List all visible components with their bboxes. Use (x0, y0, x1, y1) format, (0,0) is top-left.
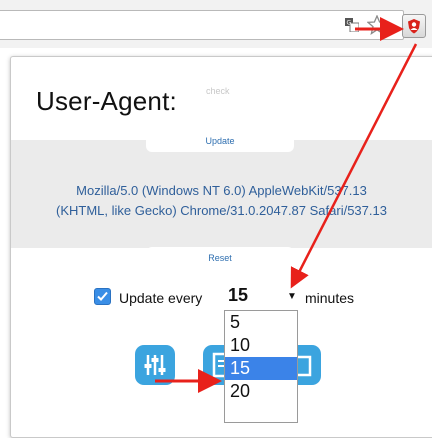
extension-button[interactable] (402, 14, 426, 38)
check-link[interactable]: check (206, 86, 230, 96)
user-agent-string: Mozilla/5.0 (Windows NT 6.0) AppleWebKit… (11, 181, 432, 221)
user-agent-line: Mozilla/5.0 (Windows NT 6.0) AppleWebKit… (76, 183, 367, 198)
select-arrow-icon[interactable]: ▼ (287, 291, 297, 302)
checkmark-icon (97, 291, 108, 301)
update-button[interactable]: Update (146, 130, 294, 152)
address-bar[interactable] (0, 10, 404, 40)
settings-button[interactable] (135, 345, 175, 385)
interval-select[interactable]: 15 (228, 285, 248, 306)
auto-update-checkbox[interactable] (94, 288, 111, 305)
translate-icon[interactable]: G (345, 18, 359, 32)
dropdown-option[interactable]: 20 (225, 380, 297, 403)
popup-title: User-Agent: (36, 86, 177, 116)
sliders-icon (144, 355, 166, 375)
dropdown-option-selected[interactable]: 15 (225, 357, 297, 380)
reset-button[interactable]: Reset (146, 247, 294, 269)
dropdown-option[interactable]: 10 (225, 334, 297, 357)
bookmark-star-icon[interactable] (367, 15, 387, 35)
minutes-label: minutes (305, 290, 355, 306)
dropdown-option[interactable]: 5 (225, 311, 297, 334)
extension-icon (408, 19, 420, 34)
update-every-label: Update every (119, 290, 203, 306)
user-agent-line: (KHTML, like Gecko) Chrome/31.0.2047.87 … (56, 203, 387, 218)
interval-dropdown-list[interactable]: 5 10 15 20 (224, 310, 298, 423)
svg-text:G: G (347, 20, 352, 27)
